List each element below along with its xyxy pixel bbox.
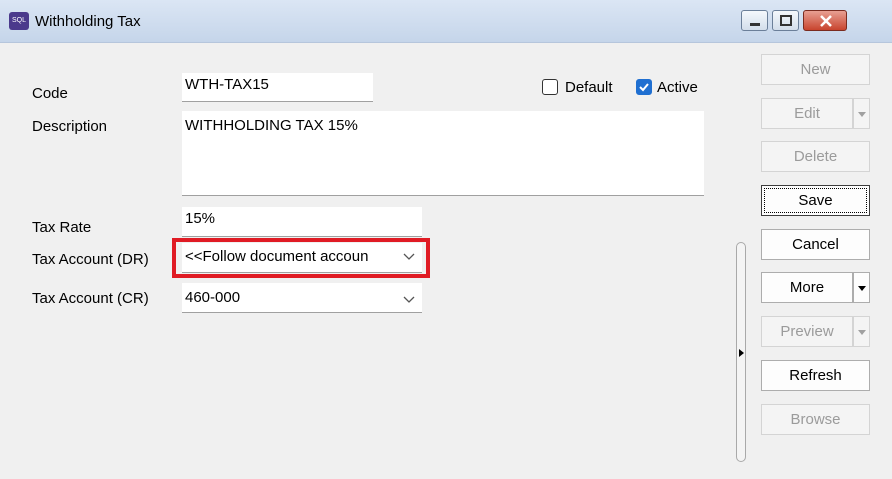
window-title: Withholding Tax	[35, 13, 141, 30]
description-value: WITHHOLDING TAX 15%	[185, 117, 358, 134]
maximize-button[interactable]	[772, 10, 799, 31]
active-label[interactable]: Active	[657, 79, 698, 96]
default-label[interactable]: Default	[565, 79, 613, 96]
chevron-right-icon[interactable]	[739, 349, 744, 357]
maximize-icon	[780, 15, 792, 26]
edit-dropdown-button[interactable]	[853, 98, 870, 129]
edit-button[interactable]: Edit	[761, 98, 853, 129]
code-value: WTH-TAX15	[185, 76, 269, 93]
tax-account-cr-label: Tax Account (CR)	[32, 290, 149, 307]
active-checkbox[interactable]	[636, 79, 652, 95]
close-icon	[820, 15, 832, 27]
dropdown-arrow-icon	[858, 112, 866, 117]
code-field[interactable]: WTH-TAX15	[182, 73, 373, 102]
tax-rate-field[interactable]: 15%	[182, 207, 422, 237]
preview-dropdown-button[interactable]	[853, 316, 870, 347]
preview-button[interactable]: Preview	[761, 316, 853, 347]
default-checkbox[interactable]	[542, 79, 558, 95]
tax-account-cr-select[interactable]: 460-000	[182, 283, 422, 313]
more-dropdown-button[interactable]	[853, 272, 870, 303]
chevron-down-icon	[403, 296, 415, 303]
app-icon: SQL	[9, 12, 29, 30]
tax-account-cr-value: 460-000	[185, 289, 241, 306]
browse-button[interactable]: Browse	[761, 404, 870, 435]
minimize-button[interactable]	[741, 10, 768, 31]
tax-rate-label: Tax Rate	[32, 219, 92, 236]
new-button[interactable]: New	[761, 54, 870, 85]
dropdown-arrow-icon	[858, 330, 866, 335]
close-button[interactable]	[803, 10, 847, 31]
withholding-tax-window: SQL Withholding Tax Code WTH-TAX15 Defau…	[0, 0, 892, 479]
delete-button[interactable]: Delete	[761, 141, 870, 172]
tax-rate-value: 15%	[185, 210, 216, 227]
dropdown-arrow-icon	[858, 286, 866, 291]
refresh-button[interactable]: Refresh	[761, 360, 870, 391]
highlight-box	[172, 238, 430, 278]
description-label: Description	[32, 118, 108, 135]
cancel-button[interactable]: Cancel	[761, 229, 870, 260]
description-field[interactable]: WITHHOLDING TAX 15%	[182, 111, 704, 196]
code-label: Code	[32, 85, 68, 102]
minimize-icon	[750, 23, 760, 26]
checkmark-icon	[639, 83, 649, 92]
title-bar[interactable]: SQL Withholding Tax	[0, 0, 892, 43]
tax-account-dr-label: Tax Account (DR)	[32, 251, 149, 268]
save-button[interactable]: Save	[761, 185, 870, 216]
more-button[interactable]: More	[761, 272, 853, 303]
